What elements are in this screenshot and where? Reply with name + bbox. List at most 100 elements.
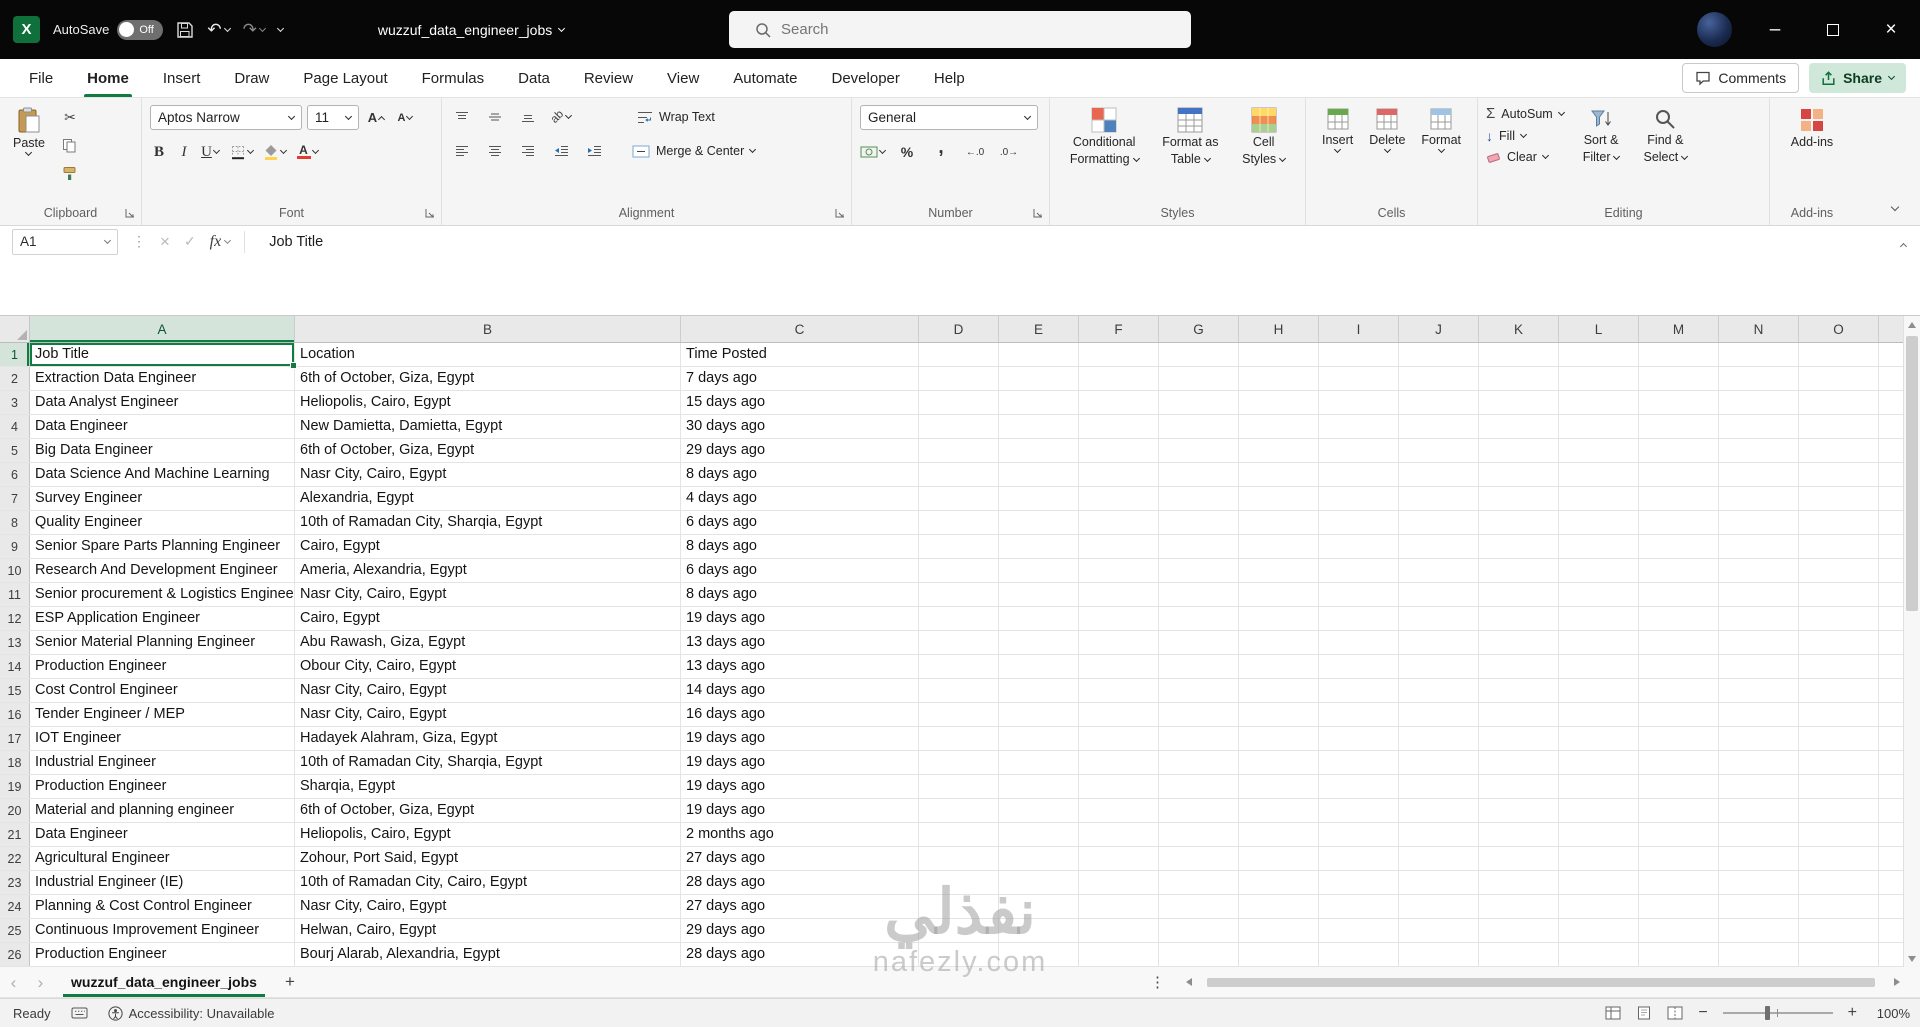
name-box-input[interactable] — [20, 234, 86, 249]
cell-C19[interactable]: 19 days ago — [681, 775, 919, 798]
cell-C4[interactable]: 30 days ago — [681, 415, 919, 438]
merge-center-button[interactable]: Merge & Center — [632, 144, 757, 158]
cell-A22[interactable]: Agricultural Engineer — [30, 847, 295, 870]
column-header-N[interactable]: N — [1719, 316, 1799, 342]
cell-A12[interactable]: ESP Application Engineer — [30, 607, 295, 630]
cell-C14[interactable]: 13 days ago — [681, 655, 919, 678]
customize-toolbar-button[interactable] — [276, 24, 284, 32]
cell-C15[interactable]: 14 days ago — [681, 679, 919, 702]
column-header-M[interactable]: M — [1639, 316, 1719, 342]
empty-cells[interactable] — [919, 655, 1920, 678]
cell-styles-button[interactable]: Cell Styles — [1237, 105, 1290, 169]
cell-B10[interactable]: Ameria, Alexandria, Egypt — [295, 559, 681, 582]
empty-cells[interactable] — [919, 919, 1920, 942]
cell-A17[interactable]: IOT Engineer — [30, 727, 295, 750]
find-select-button[interactable]: Find & Select — [1638, 105, 1692, 167]
search-input[interactable] — [781, 21, 1121, 38]
cell-B25[interactable]: Helwan, Cairo, Egypt — [295, 919, 681, 942]
font-size-select[interactable]: 11 — [307, 105, 359, 130]
fill-handle[interactable] — [290, 362, 297, 369]
zoom-in-button[interactable]: + — [1848, 1004, 1857, 1022]
autosum-button[interactable]: Σ AutoSum — [1486, 105, 1565, 122]
empty-cells[interactable] — [919, 703, 1920, 726]
maximize-button[interactable] — [1804, 0, 1862, 59]
tab-view[interactable]: View — [650, 59, 716, 97]
horizontal-scrollbar[interactable] — [1183, 972, 1903, 992]
row-header-18[interactable]: 18 — [0, 751, 30, 774]
row-header-8[interactable]: 8 — [0, 511, 30, 534]
next-sheet-button[interactable]: › — [27, 969, 54, 996]
select-all-button[interactable] — [0, 316, 30, 342]
cell-A3[interactable]: Data Analyst Engineer — [30, 391, 295, 414]
empty-cells[interactable] — [919, 823, 1920, 846]
row-header-26[interactable]: 26 — [0, 943, 30, 966]
cell-A9[interactable]: Senior Spare Parts Planning Engineer — [30, 535, 295, 558]
cell-B13[interactable]: Abu Rawash, Giza, Egypt — [295, 631, 681, 654]
column-header-F[interactable]: F — [1079, 316, 1159, 342]
insert-cells-button[interactable]: Insert — [1317, 105, 1358, 154]
cell-C17[interactable]: 19 days ago — [681, 727, 919, 750]
scroll-right-button[interactable] — [1891, 978, 1903, 986]
cell-A4[interactable]: Data Engineer — [30, 415, 295, 438]
minimize-button[interactable]: – — [1746, 0, 1804, 59]
sort-filter-button[interactable]: Sort & Filter — [1578, 105, 1625, 167]
cell-C26[interactable]: 28 days ago — [681, 943, 919, 966]
name-box[interactable] — [12, 228, 118, 255]
cell-C20[interactable]: 19 days ago — [681, 799, 919, 822]
page-break-view-button[interactable] — [1667, 1006, 1683, 1020]
tab-draw[interactable]: Draw — [217, 59, 286, 97]
cell-A2[interactable]: Extraction Data Engineer — [30, 367, 295, 390]
cell-B5[interactable]: 6th of October, Giza, Egypt — [295, 439, 681, 462]
cell-B20[interactable]: 6th of October, Giza, Egypt — [295, 799, 681, 822]
tab-formulas[interactable]: Formulas — [405, 59, 502, 97]
top-align-button[interactable] — [450, 105, 474, 129]
document-title[interactable]: wuzzuf_data_engineer_jobs — [378, 22, 566, 38]
undo-button[interactable]: ↶ — [207, 20, 231, 40]
conditional-formatting-button[interactable]: Conditional Formatting — [1065, 105, 1144, 169]
user-avatar[interactable] — [1697, 12, 1732, 47]
cell-A15[interactable]: Cost Control Engineer — [30, 679, 295, 702]
column-header-B[interactable]: B — [295, 316, 681, 342]
cell-C22[interactable]: 27 days ago — [681, 847, 919, 870]
cell-A25[interactable]: Continuous Improvement Engineer — [30, 919, 295, 942]
row-header-16[interactable]: 16 — [0, 703, 30, 726]
formula-input[interactable]: Job Title — [259, 234, 323, 250]
row-header-6[interactable]: 6 — [0, 463, 30, 486]
wrap-text-button[interactable]: Wrap Text — [637, 110, 715, 124]
cell-A19[interactable]: Production Engineer — [30, 775, 295, 798]
format-painter-button[interactable] — [58, 161, 82, 185]
autosave-control[interactable]: AutoSave Off — [53, 19, 164, 40]
column-header-I[interactable]: I — [1319, 316, 1399, 342]
row-header-2[interactable]: 2 — [0, 367, 30, 390]
row-header-14[interactable]: 14 — [0, 655, 30, 678]
cell-C24[interactable]: 27 days ago — [681, 895, 919, 918]
empty-cells[interactable] — [919, 679, 1920, 702]
empty-cells[interactable] — [919, 799, 1920, 822]
cell-B23[interactable]: 10th of Ramadan City, Cairo, Egypt — [295, 871, 681, 894]
bottom-align-button[interactable] — [516, 105, 540, 129]
redo-button[interactable]: ↷ — [243, 20, 266, 40]
decrease-decimal-button[interactable]: .0→ — [997, 140, 1021, 164]
search-box[interactable] — [729, 11, 1191, 48]
empty-cells[interactable] — [919, 871, 1920, 894]
empty-cells[interactable] — [919, 439, 1920, 462]
cell-C12[interactable]: 19 days ago — [681, 607, 919, 630]
tab-developer[interactable]: Developer — [815, 59, 917, 97]
cell-C10[interactable]: 6 days ago — [681, 559, 919, 582]
cell-B22[interactable]: Zohour, Port Said, Egypt — [295, 847, 681, 870]
row-header-20[interactable]: 20 — [0, 799, 30, 822]
empty-cells[interactable] — [919, 463, 1920, 486]
insert-function-button[interactable]: fx — [210, 233, 232, 251]
cell-B11[interactable]: Nasr City, Cairo, Egypt — [295, 583, 681, 606]
cell-B18[interactable]: 10th of Ramadan City, Sharqia, Egypt — [295, 751, 681, 774]
column-header-C[interactable]: C — [681, 316, 919, 342]
horizontal-scroll-track[interactable] — [1199, 977, 1887, 988]
row-header-1[interactable]: 1 — [0, 343, 30, 366]
macro-record-button[interactable] — [71, 1007, 88, 1019]
clear-button[interactable]: Clear — [1486, 150, 1564, 164]
cell-C21[interactable]: 2 months ago — [681, 823, 919, 846]
empty-cells[interactable] — [919, 943, 1920, 966]
enter-entry-button[interactable]: ✓ — [184, 233, 196, 250]
cell-C16[interactable]: 16 days ago — [681, 703, 919, 726]
empty-cells[interactable] — [919, 391, 1920, 414]
